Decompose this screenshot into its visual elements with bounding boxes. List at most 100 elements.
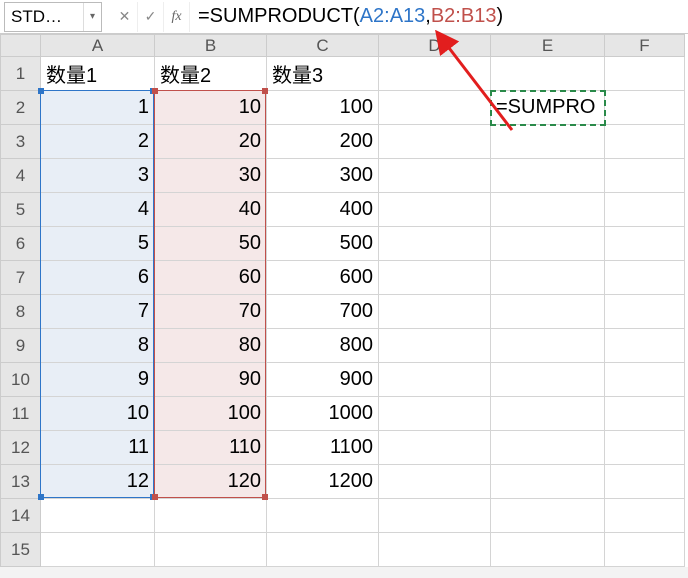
cell-C8[interactable]: 700 — [267, 295, 379, 329]
cell-A7[interactable]: 6 — [41, 261, 155, 295]
column-header-B[interactable]: B — [155, 35, 267, 57]
cell-E9[interactable] — [491, 329, 605, 363]
cell-F2[interactable] — [605, 91, 685, 125]
cell-D10[interactable] — [379, 363, 491, 397]
cell-C12[interactable]: 1100 — [267, 431, 379, 465]
cell-A6[interactable]: 5 — [41, 227, 155, 261]
cell-D4[interactable] — [379, 159, 491, 193]
spreadsheet-grid[interactable]: ABCDEF1数量1数量2数量32110100=SUMPRO3220200433… — [0, 34, 685, 567]
row-header-11[interactable]: 11 — [1, 397, 41, 431]
cell-C9[interactable]: 800 — [267, 329, 379, 363]
column-header-F[interactable]: F — [605, 35, 685, 57]
cell-E2[interactable]: =SUMPRO — [491, 91, 605, 125]
column-header-D[interactable]: D — [379, 35, 491, 57]
cell-F7[interactable] — [605, 261, 685, 295]
cell-F5[interactable] — [605, 193, 685, 227]
cell-C1[interactable]: 数量3 — [267, 57, 379, 91]
row-header-13[interactable]: 13 — [1, 465, 41, 499]
cell-A1[interactable]: 数量1 — [41, 57, 155, 91]
row-header-1[interactable]: 1 — [1, 57, 41, 91]
cell-F15[interactable] — [605, 533, 685, 567]
cell-E11[interactable] — [491, 397, 605, 431]
cell-E4[interactable] — [491, 159, 605, 193]
row-header-6[interactable]: 6 — [1, 227, 41, 261]
cell-D1[interactable] — [379, 57, 491, 91]
cell-F13[interactable] — [605, 465, 685, 499]
confirm-button[interactable]: ✓ — [138, 2, 164, 32]
cell-A3[interactable]: 2 — [41, 125, 155, 159]
cell-A13[interactable]: 12 — [41, 465, 155, 499]
cell-E14[interactable] — [491, 499, 605, 533]
cell-C13[interactable]: 1200 — [267, 465, 379, 499]
cell-F3[interactable] — [605, 125, 685, 159]
cell-F10[interactable] — [605, 363, 685, 397]
cell-E1[interactable] — [491, 57, 605, 91]
cell-D13[interactable] — [379, 465, 491, 499]
cell-F1[interactable] — [605, 57, 685, 91]
row-header-12[interactable]: 12 — [1, 431, 41, 465]
cell-C2[interactable]: 100 — [267, 91, 379, 125]
cell-D8[interactable] — [379, 295, 491, 329]
cell-F6[interactable] — [605, 227, 685, 261]
cell-B4[interactable]: 30 — [155, 159, 267, 193]
cell-C5[interactable]: 400 — [267, 193, 379, 227]
cell-A4[interactable]: 3 — [41, 159, 155, 193]
cell-A11[interactable]: 10 — [41, 397, 155, 431]
cell-B1[interactable]: 数量2 — [155, 57, 267, 91]
cell-D9[interactable] — [379, 329, 491, 363]
cell-E13[interactable] — [491, 465, 605, 499]
row-header-14[interactable]: 14 — [1, 499, 41, 533]
cell-B10[interactable]: 90 — [155, 363, 267, 397]
cell-E3[interactable] — [491, 125, 605, 159]
cell-E10[interactable] — [491, 363, 605, 397]
cell-D5[interactable] — [379, 193, 491, 227]
cell-D14[interactable] — [379, 499, 491, 533]
select-all-corner[interactable] — [1, 35, 41, 57]
cell-F12[interactable] — [605, 431, 685, 465]
cell-E8[interactable] — [491, 295, 605, 329]
row-header-5[interactable]: 5 — [1, 193, 41, 227]
insert-function-button[interactable]: fx — [164, 2, 190, 32]
cell-D12[interactable] — [379, 431, 491, 465]
cell-B9[interactable]: 80 — [155, 329, 267, 363]
cancel-button[interactable]: ✕ — [112, 2, 138, 32]
cell-B6[interactable]: 50 — [155, 227, 267, 261]
cell-D3[interactable] — [379, 125, 491, 159]
cell-D2[interactable] — [379, 91, 491, 125]
formula-input[interactable]: =SUMPRODUCT(A2:A13,B2:B13) — [190, 2, 688, 32]
cell-A9[interactable]: 8 — [41, 329, 155, 363]
row-header-2[interactable]: 2 — [1, 91, 41, 125]
row-header-3[interactable]: 3 — [1, 125, 41, 159]
cell-B11[interactable]: 100 — [155, 397, 267, 431]
cell-E12[interactable] — [491, 431, 605, 465]
cell-C11[interactable]: 1000 — [267, 397, 379, 431]
name-box-dropdown-icon[interactable]: ▾ — [83, 3, 101, 31]
cell-B8[interactable]: 70 — [155, 295, 267, 329]
row-header-9[interactable]: 9 — [1, 329, 41, 363]
row-header-8[interactable]: 8 — [1, 295, 41, 329]
cell-C10[interactable]: 900 — [267, 363, 379, 397]
cell-E7[interactable] — [491, 261, 605, 295]
cell-B15[interactable] — [155, 533, 267, 567]
cell-A12[interactable]: 11 — [41, 431, 155, 465]
cell-D6[interactable] — [379, 227, 491, 261]
cell-A5[interactable]: 4 — [41, 193, 155, 227]
name-box[interactable]: ▾ — [4, 2, 102, 32]
cell-B12[interactable]: 110 — [155, 431, 267, 465]
cell-C6[interactable]: 500 — [267, 227, 379, 261]
column-header-A[interactable]: A — [41, 35, 155, 57]
cell-A2[interactable]: 1 — [41, 91, 155, 125]
cell-F14[interactable] — [605, 499, 685, 533]
cell-F9[interactable] — [605, 329, 685, 363]
cell-D11[interactable] — [379, 397, 491, 431]
cell-A10[interactable]: 9 — [41, 363, 155, 397]
cell-C14[interactable] — [267, 499, 379, 533]
cell-A14[interactable] — [41, 499, 155, 533]
cell-A8[interactable]: 7 — [41, 295, 155, 329]
cell-E5[interactable] — [491, 193, 605, 227]
row-header-7[interactable]: 7 — [1, 261, 41, 295]
cell-B13[interactable]: 120 — [155, 465, 267, 499]
cell-B7[interactable]: 60 — [155, 261, 267, 295]
row-header-15[interactable]: 15 — [1, 533, 41, 567]
cell-C15[interactable] — [267, 533, 379, 567]
